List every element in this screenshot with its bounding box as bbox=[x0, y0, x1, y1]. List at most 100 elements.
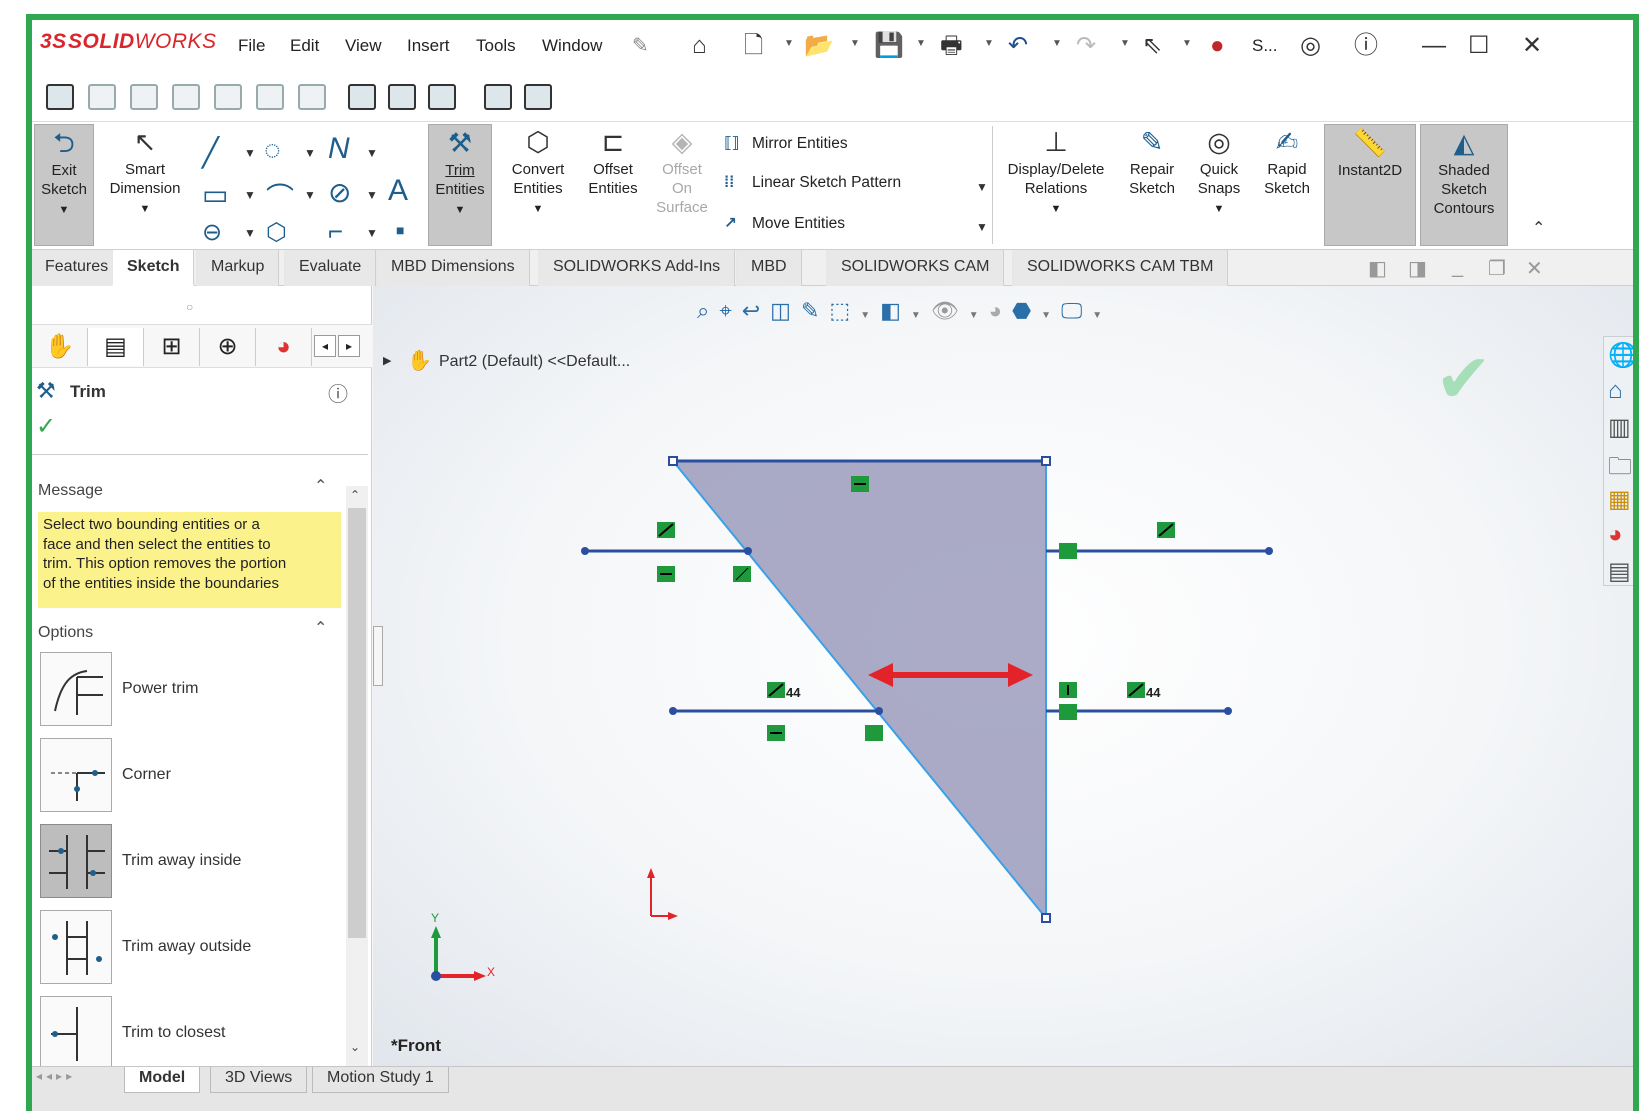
configuration-manager-tab-icon[interactable]: ⊞ bbox=[144, 328, 200, 366]
menu-tools[interactable]: Tools bbox=[476, 36, 516, 56]
top-view-icon[interactable] bbox=[256, 84, 284, 110]
ok-checkmark-icon[interactable]: ✓ bbox=[36, 412, 56, 441]
message-collapse-icon[interactable]: ⌃ bbox=[314, 476, 327, 496]
new-dropdown-icon[interactable]: ▼ bbox=[784, 38, 794, 49]
panel-grip-icon[interactable]: ○ bbox=[186, 300, 193, 314]
tab-markup[interactable]: Markup bbox=[196, 250, 280, 286]
sketch-endpoint[interactable] bbox=[1224, 707, 1232, 715]
menu-window[interactable]: Window bbox=[542, 36, 602, 56]
select-dropdown-icon[interactable]: ▼ bbox=[1182, 38, 1192, 49]
open-dropdown-icon[interactable]: ▼ bbox=[850, 38, 860, 49]
sketch-canvas[interactable]: 44 44 Y X bbox=[373, 286, 1639, 1066]
construction-icon[interactable]: ⌐ bbox=[328, 216, 343, 247]
sketch-endpoint[interactable] bbox=[1265, 547, 1273, 555]
scroll-down-icon[interactable]: ⌄ bbox=[350, 1040, 360, 1054]
save-dropdown-icon[interactable]: ▼ bbox=[916, 38, 926, 49]
slot-icon[interactable]: ⊖ bbox=[202, 218, 222, 247]
print-icon[interactable]: 🖶 bbox=[940, 32, 963, 60]
tab-3d-views[interactable]: 3D Views bbox=[210, 1067, 308, 1093]
save-icon[interactable]: 💾 bbox=[874, 32, 904, 60]
undo-icon[interactable]: ↶ bbox=[1008, 32, 1028, 60]
view-orientation-icon[interactable] bbox=[46, 84, 74, 110]
paste-view-icon[interactable] bbox=[524, 84, 552, 110]
display-manager-tab-icon[interactable]: ◕ bbox=[256, 328, 312, 366]
edit-sketch-icon[interactable] bbox=[388, 84, 416, 110]
copy-view-icon[interactable] bbox=[484, 84, 512, 110]
arc-icon[interactable]: ◌ bbox=[264, 134, 281, 166]
help-icon[interactable]: ⓘ bbox=[1354, 32, 1378, 60]
arc-dropdown-icon[interactable]: ▼ bbox=[304, 146, 316, 160]
search-abbrev[interactable]: S... bbox=[1252, 36, 1278, 56]
trim-entities-button[interactable]: ⚒ Trim Entities ▼ bbox=[428, 124, 492, 246]
tab-model[interactable]: Model bbox=[124, 1067, 201, 1093]
scroll-up-icon[interactable]: ⌃ bbox=[350, 488, 360, 502]
panel-scrollbar[interactable]: ⌃ ⌄ bbox=[346, 486, 368, 1066]
tab-mbd[interactable]: MBD bbox=[736, 250, 802, 286]
text-icon[interactable]: A bbox=[388, 174, 408, 208]
tab-sketch[interactable]: Sketch bbox=[112, 250, 195, 286]
tab-solidworks-add-ins[interactable]: SOLIDWORKS Add-Ins bbox=[538, 250, 736, 286]
doc-restore-icon[interactable]: ❐ bbox=[1488, 256, 1506, 281]
graphics-area[interactable]: ⌕⌖↩◫✎⬚▼◧▼👁▼◕⬣▼🖵▼ ▶ ✋ Part2 (Default) <<D… bbox=[373, 286, 1639, 1066]
exit-sketch-button[interactable]: ⮌ Exit Sketch ▼ bbox=[34, 124, 94, 246]
point-icon[interactable]: ⬡ bbox=[266, 218, 287, 247]
right-view-icon[interactable] bbox=[214, 84, 242, 110]
offset-entities-button[interactable]: ⊏ Offset Entities bbox=[578, 124, 648, 224]
sketch-endpoint[interactable] bbox=[669, 707, 677, 715]
tab-motion-study-1[interactable]: Motion Study 1 bbox=[312, 1067, 449, 1093]
move-entities-button[interactable]: ↗ Move Entities bbox=[724, 214, 845, 233]
normal-to-icon[interactable] bbox=[348, 84, 376, 110]
repair-sketch-button[interactable]: ✎ Repair Sketch bbox=[1122, 124, 1182, 224]
redo-icon[interactable]: ↷ bbox=[1076, 32, 1096, 60]
tile-left-icon[interactable]: ◧ bbox=[1368, 256, 1387, 281]
spline-dropdown-icon[interactable]: ▼ bbox=[366, 146, 378, 160]
sketch-point-icon[interactable]: ■ bbox=[396, 222, 404, 238]
tab-features[interactable]: Features bbox=[32, 250, 124, 286]
construction-dropdown-icon[interactable]: ▼ bbox=[366, 226, 378, 240]
open-folder-icon[interactable]: 📂 bbox=[804, 32, 834, 60]
new-document-icon[interactable]: 🗋 bbox=[744, 32, 763, 60]
sketch-endpoint[interactable] bbox=[875, 707, 883, 715]
display-pane-icon[interactable] bbox=[428, 84, 456, 110]
menu-edit[interactable]: Edit bbox=[290, 36, 319, 56]
pin-icon[interactable]: ✎ bbox=[632, 32, 649, 60]
scrollbar-thumb[interactable] bbox=[348, 508, 366, 938]
menu-insert[interactable]: Insert bbox=[407, 36, 450, 56]
fillet-dropdown-icon[interactable]: ▼ bbox=[304, 188, 316, 202]
sketch-endpoint[interactable] bbox=[581, 547, 589, 555]
close-icon[interactable]: ✕ bbox=[1522, 32, 1542, 60]
menu-file[interactable]: File bbox=[238, 36, 265, 56]
line-icon[interactable]: ╱ bbox=[202, 136, 219, 169]
polygon-icon[interactable]: ⊘ bbox=[328, 176, 351, 209]
doc-minimize-icon[interactable]: _ bbox=[1452, 256, 1463, 279]
fillet-icon[interactable]: ⌒ bbox=[266, 176, 294, 216]
corner-vertex[interactable] bbox=[668, 456, 678, 466]
tab-solidworks-cam-tbm[interactable]: SOLIDWORKS CAM TBM bbox=[1012, 250, 1229, 286]
spline-icon[interactable]: N bbox=[328, 132, 350, 166]
convert-entities-button[interactable]: ⬡ Convert Entities ▼ bbox=[500, 124, 576, 246]
tab-mbd-dimensions[interactable]: MBD Dimensions bbox=[376, 250, 530, 286]
trim-away-outside-option[interactable] bbox=[40, 910, 112, 984]
trim-to-closest-option[interactable] bbox=[40, 996, 112, 1070]
shaded-sketch-contours-button[interactable]: ◭ Shaded Sketch Contours bbox=[1420, 124, 1508, 246]
dimxpert-tab-icon[interactable]: ⊕ bbox=[200, 328, 256, 366]
redo-dropdown-icon[interactable]: ▼ bbox=[1120, 38, 1130, 49]
linear-pattern-dropdown-icon[interactable]: ▼ bbox=[976, 180, 988, 194]
tab-evaluate[interactable]: Evaluate bbox=[284, 250, 377, 286]
quick-snaps-button[interactable]: ◎ Quick Snaps ▼ bbox=[1190, 124, 1248, 246]
polygon-dropdown-icon[interactable]: ▼ bbox=[366, 188, 378, 202]
menu-view[interactable]: View bbox=[345, 36, 382, 56]
line-dropdown-icon[interactable]: ▼ bbox=[244, 146, 256, 160]
undo-dropdown-icon[interactable]: ▼ bbox=[1052, 38, 1062, 49]
select-cursor-icon[interactable]: ⇖ bbox=[1142, 32, 1162, 60]
tab-solidworks-cam[interactable]: SOLIDWORKS CAM bbox=[826, 250, 1005, 286]
options-collapse-icon[interactable]: ⌃ bbox=[314, 618, 327, 638]
corner-vertex[interactable] bbox=[1041, 456, 1051, 466]
display-delete-relations-button[interactable]: ⊥ Display/Delete Relations ▼ bbox=[998, 124, 1114, 246]
feature-manager-tab-icon[interactable]: ✋ bbox=[32, 328, 88, 366]
doc-close-icon[interactable]: ✕ bbox=[1526, 256, 1543, 281]
back-view-icon[interactable] bbox=[130, 84, 158, 110]
tab-scroll-left-icon[interactable]: ◂ bbox=[314, 335, 336, 357]
corner-option[interactable] bbox=[40, 738, 112, 812]
tab-nav-arrows-icon[interactable]: ◂◂▸▸ bbox=[36, 1069, 76, 1083]
